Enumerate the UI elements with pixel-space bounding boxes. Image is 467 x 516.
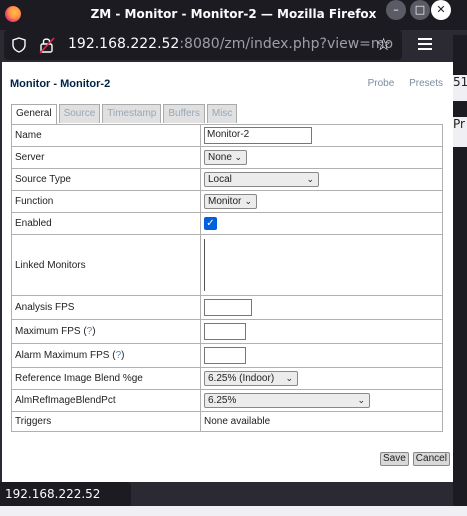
minimize-button[interactable]: – bbox=[386, 0, 406, 20]
maximum-fps-label: Maximum FPS bbox=[15, 326, 81, 337]
source-type-select[interactable]: Local ⌄ bbox=[204, 172, 319, 187]
table-row: Maximum FPS (?) bbox=[11, 319, 443, 344]
analysis-fps-input[interactable] bbox=[204, 299, 252, 316]
chevron-down-icon: ⌄ bbox=[357, 395, 365, 405]
url-bar[interactable]: 192.168.222.52:8080/zm/index.php?view=mo… bbox=[4, 30, 402, 60]
background-fragment-2: Pr bbox=[453, 117, 467, 147]
table-row: Name Monitor-2 bbox=[11, 124, 443, 147]
source-type-select-value: Local bbox=[208, 174, 232, 185]
monitor-settings-table: Name Monitor-2 Server None ⌄ Source Type … bbox=[11, 124, 443, 432]
chevron-down-icon: ⌄ bbox=[306, 174, 314, 184]
name-input[interactable]: Monitor-2 bbox=[204, 127, 312, 144]
tab-general[interactable]: General bbox=[11, 104, 57, 124]
table-row: Alarm Maximum FPS (?) bbox=[11, 343, 443, 368]
function-select-value: Monitor bbox=[208, 196, 242, 207]
save-button[interactable]: Save bbox=[380, 452, 409, 466]
linked-monitors-select[interactable] bbox=[204, 238, 206, 291]
alarm-maximum-fps-help-link[interactable]: ? bbox=[116, 350, 122, 361]
link-status-popup: 192.168.222.52 bbox=[0, 482, 131, 506]
table-row: Function Monitor ⌄ bbox=[11, 190, 443, 213]
maximum-fps-input[interactable] bbox=[204, 323, 246, 340]
enabled-checkbox[interactable]: ✓ bbox=[204, 217, 217, 230]
window-titlebar: ZM - Monitor - Monitor-2 — Mozilla Firef… bbox=[0, 0, 467, 30]
page-title: Monitor - Monitor-2 bbox=[10, 78, 111, 90]
linked-monitors-label: Linked Monitors bbox=[11, 234, 201, 296]
chevron-down-icon: ⌄ bbox=[285, 373, 293, 383]
tab-buffers[interactable]: Buffers bbox=[163, 104, 205, 123]
table-row: Server None ⌄ bbox=[11, 146, 443, 169]
server-select[interactable]: None ⌄ bbox=[204, 150, 247, 165]
function-label: Function bbox=[11, 190, 201, 213]
page-content: Monitor - Monitor-2 Probe Presets Genera… bbox=[2, 62, 453, 482]
alarm-blend-select[interactable]: 6.25% ⌄ bbox=[204, 393, 370, 408]
close-window-button[interactable]: ✕ bbox=[431, 0, 451, 20]
table-row: Enabled ✓ bbox=[11, 212, 443, 235]
url-host: 192.168.222.52 bbox=[68, 36, 180, 52]
table-row: Linked Monitors bbox=[11, 234, 443, 296]
background-window-edge: 51 Pr bbox=[453, 35, 467, 516]
hamburger-menu-icon[interactable] bbox=[418, 35, 436, 55]
table-row: Analysis FPS bbox=[11, 295, 443, 320]
tab-misc[interactable]: Misc bbox=[206, 104, 238, 123]
maximize-button[interactable]: □ bbox=[410, 0, 430, 20]
background-fragment-1: 51 bbox=[453, 75, 467, 101]
name-label: Name bbox=[11, 124, 201, 147]
header-links: Probe Presets bbox=[356, 78, 443, 89]
reference-blend-select-value: 6.25% (Indoor) bbox=[208, 373, 275, 384]
server-label: Server bbox=[11, 146, 201, 169]
alarm-blend-select-value: 6.25% bbox=[208, 395, 237, 406]
triggers-value: None available bbox=[200, 411, 443, 432]
function-select[interactable]: Monitor ⌄ bbox=[204, 194, 257, 209]
analysis-fps-label: Analysis FPS bbox=[11, 295, 201, 320]
alarm-maximum-fps-label: Alarm Maximum FPS bbox=[15, 350, 110, 361]
reference-blend-label: Reference Image Blend %ge bbox=[11, 367, 201, 390]
insecure-lock-icon[interactable] bbox=[39, 36, 55, 54]
presets-link[interactable]: Presets bbox=[409, 78, 443, 89]
tab-timestamp[interactable]: Timestamp bbox=[102, 104, 162, 123]
server-select-value: None bbox=[208, 152, 232, 163]
table-row: Reference Image Blend %ge 6.25% (Indoor)… bbox=[11, 367, 443, 390]
url-path: :8080/zm/index.php?view=mo bbox=[179, 36, 394, 52]
tab-source[interactable]: Source bbox=[58, 104, 101, 123]
background-window-bottom bbox=[0, 506, 467, 516]
chevron-down-icon: ⌄ bbox=[244, 196, 252, 206]
maximum-fps-cell: Maximum FPS (?) bbox=[11, 319, 201, 344]
tab-bar: General Source Timestamp Buffers Misc bbox=[11, 104, 239, 124]
alarm-maximum-fps-input[interactable] bbox=[204, 347, 246, 364]
table-row: Triggers None available bbox=[11, 411, 443, 432]
navigation-bar: 192.168.222.52:8080/zm/index.php?view=mo… bbox=[0, 30, 467, 62]
triggers-label: Triggers bbox=[11, 411, 201, 432]
enabled-label: Enabled bbox=[11, 212, 201, 235]
bookmark-star-icon[interactable]: ☆ bbox=[376, 35, 391, 55]
table-row: AlmRefImageBlendPct 6.25% ⌄ bbox=[11, 389, 443, 412]
alarm-blend-label: AlmRefImageBlendPct bbox=[11, 389, 201, 412]
probe-link[interactable]: Probe bbox=[368, 78, 395, 89]
source-type-label: Source Type bbox=[11, 168, 201, 191]
table-row: Source Type Local ⌄ bbox=[11, 168, 443, 191]
alarm-maximum-fps-cell: Alarm Maximum FPS (?) bbox=[11, 343, 201, 368]
chevron-down-icon: ⌄ bbox=[234, 152, 242, 162]
shield-icon[interactable] bbox=[12, 37, 26, 53]
form-actions: Save Cancel bbox=[376, 446, 450, 466]
maximum-fps-help-link[interactable]: ? bbox=[87, 326, 93, 337]
reference-blend-select[interactable]: 6.25% (Indoor) ⌄ bbox=[204, 371, 298, 386]
url-text[interactable]: 192.168.222.52:8080/zm/index.php?view=mo bbox=[68, 36, 393, 52]
cancel-button[interactable]: Cancel bbox=[412, 452, 450, 466]
